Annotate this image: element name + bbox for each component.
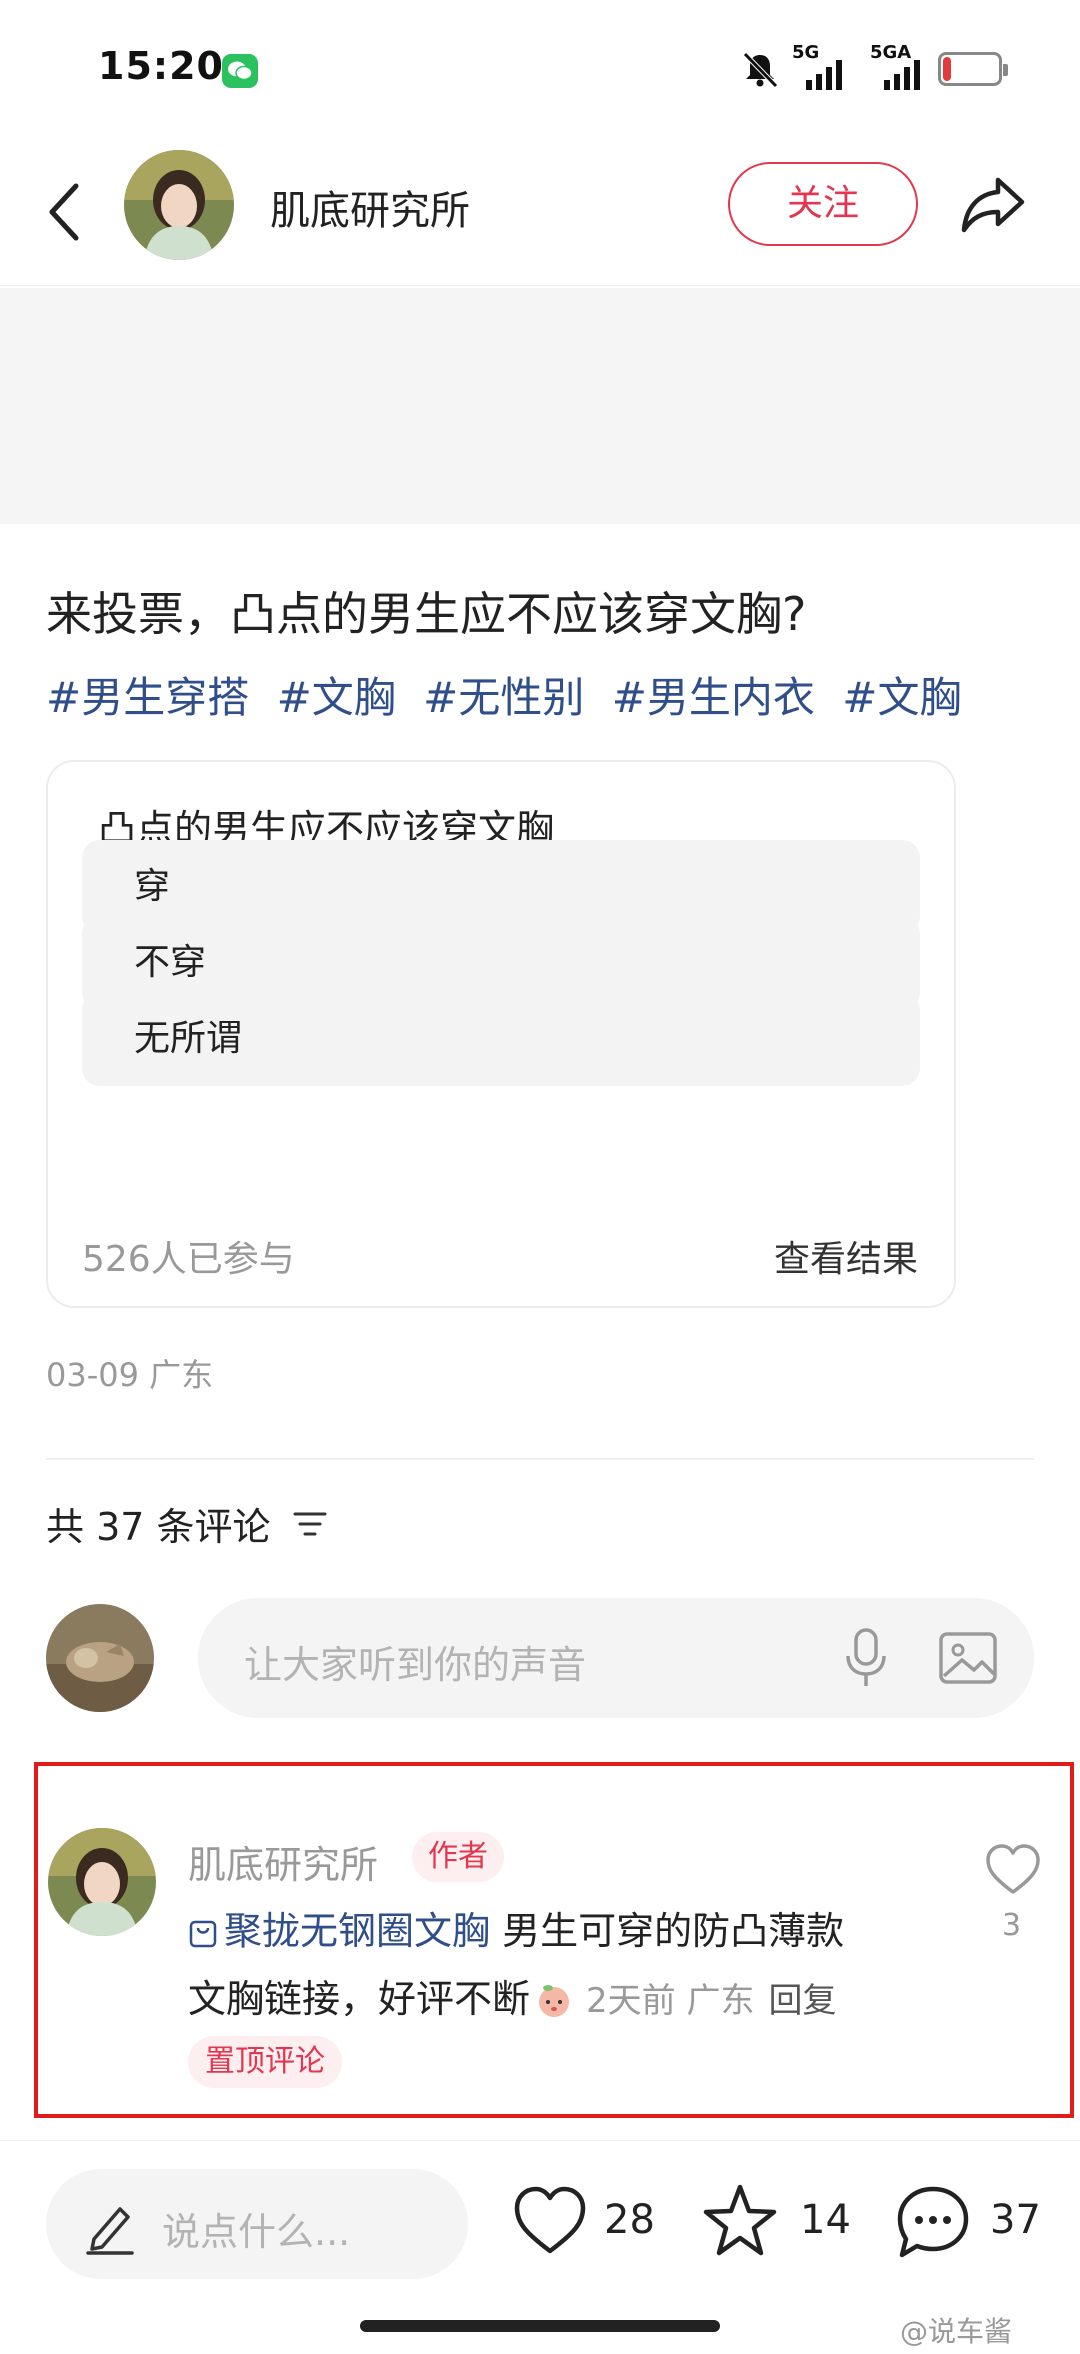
comment-text-part: 男生可穿的防凸薄款 bbox=[490, 1909, 845, 1953]
star-icon bbox=[703, 2184, 777, 2256]
author-avatar[interactable] bbox=[124, 150, 234, 260]
poll-card: 凸点的男生应不应该穿文胸 穿 不穿 无所谓 526人已参与 查看结果 bbox=[46, 760, 956, 1308]
status-time: 15:20 bbox=[98, 44, 224, 88]
comment-text-line2: 文胸链接，好评不断 2天前 广东 回复 bbox=[188, 1968, 836, 2023]
pinned-badge: 置顶评论 bbox=[188, 2036, 342, 2088]
follow-button[interactable]: 关注 bbox=[728, 162, 918, 246]
signal-5g-icon: 5G bbox=[792, 42, 852, 92]
divider bbox=[46, 1458, 1034, 1460]
my-avatar[interactable] bbox=[46, 1604, 154, 1712]
favorite-button[interactable]: 14 bbox=[702, 2183, 852, 2263]
author-name[interactable]: 肌底研究所 bbox=[270, 178, 470, 236]
shopping-bag-icon bbox=[189, 1920, 217, 1948]
heart-icon[interactable] bbox=[984, 1842, 1042, 1896]
comment-text-part: 文胸链接，好评不断 bbox=[188, 1977, 531, 2021]
commenter-avatar[interactable] bbox=[48, 1828, 156, 1936]
comment-input[interactable]: 让大家听到你的声音 bbox=[198, 1598, 1034, 1718]
hashtag[interactable]: #男生穿搭 bbox=[46, 673, 249, 722]
hashtag[interactable]: #男生内衣 bbox=[612, 673, 815, 722]
post-image-area[interactable] bbox=[0, 288, 1080, 524]
comments-count-header: 共 37 条评论 bbox=[46, 1505, 271, 1549]
comment-bubble-icon bbox=[897, 2186, 969, 2258]
poll-participants: 526人已参与 bbox=[82, 1239, 295, 1280]
back-icon[interactable] bbox=[40, 172, 90, 252]
favorite-count: 14 bbox=[800, 2197, 851, 2243]
hashtag[interactable]: #文胸 bbox=[277, 673, 396, 722]
peach-emoji-icon bbox=[539, 1985, 570, 2017]
product-link-label: 聚拢无钢圈文胸 bbox=[224, 1909, 491, 1953]
poll-option[interactable]: 无所谓 bbox=[82, 992, 920, 1086]
like-count: 28 bbox=[604, 2197, 655, 2243]
hashtag[interactable]: #无性别 bbox=[423, 673, 584, 722]
pinned-comment: 肌底研究所 作者 聚拢无钢圈文胸 男生可穿的防凸薄款 文胸链接，好评不断 2天前… bbox=[34, 1762, 1074, 2118]
image-upload-icon[interactable] bbox=[936, 1626, 1000, 1690]
battery-level: 15 bbox=[953, 53, 987, 81]
share-icon[interactable] bbox=[958, 168, 1028, 238]
comment-time-location: 2天前 广东 bbox=[586, 1981, 755, 2021]
post-title: 来投票，凸点的男生应不应该穿文胸? bbox=[46, 587, 807, 641]
status-bar: 15:20 5G 5GA 15 bbox=[0, 0, 1080, 140]
comment-button[interactable]: 37 bbox=[894, 2183, 1054, 2263]
say-something-placeholder: 说点什么... bbox=[162, 2210, 351, 2254]
comment-input-placeholder: 让大家听到你的声音 bbox=[244, 1643, 587, 1687]
product-link[interactable]: 聚拢无钢圈文胸 bbox=[188, 1909, 490, 1953]
say-something-input[interactable]: 说点什么... bbox=[46, 2169, 468, 2279]
hashtag-list: #男生穿搭 #文胸 #无性别 #男生内衣 #文胸 bbox=[46, 664, 975, 725]
comment-count: 37 bbox=[990, 2197, 1041, 2243]
heart-icon bbox=[514, 2186, 586, 2254]
comment-like-count: 3 bbox=[1002, 1908, 1022, 1943]
sort-filter-icon[interactable] bbox=[292, 1506, 328, 1542]
wechat-icon bbox=[222, 54, 258, 88]
microphone-icon[interactable] bbox=[840, 1626, 892, 1690]
watermark: @说车酱 bbox=[900, 2315, 1013, 2348]
signal-5ga-icon: 5GA bbox=[864, 42, 930, 92]
author-badge: 作者 bbox=[412, 1832, 504, 1882]
comment-text: 聚拢无钢圈文胸 男生可穿的防凸薄款 bbox=[188, 1900, 844, 1955]
post-date-location: 03-09 广东 bbox=[46, 1356, 214, 1394]
battery-icon: 15 bbox=[938, 52, 1008, 86]
hashtag[interactable]: #文胸 bbox=[842, 673, 961, 722]
like-button[interactable]: 28 bbox=[512, 2183, 662, 2263]
home-indicator[interactable] bbox=[360, 2320, 720, 2332]
mute-bell-icon bbox=[743, 52, 778, 88]
view-results-link[interactable]: 查看结果 bbox=[774, 1230, 918, 1282]
reply-link[interactable]: 回复 bbox=[768, 1981, 836, 2021]
pencil-icon bbox=[86, 2207, 134, 2255]
commenter-name[interactable]: 肌底研究所 bbox=[188, 1834, 378, 1889]
